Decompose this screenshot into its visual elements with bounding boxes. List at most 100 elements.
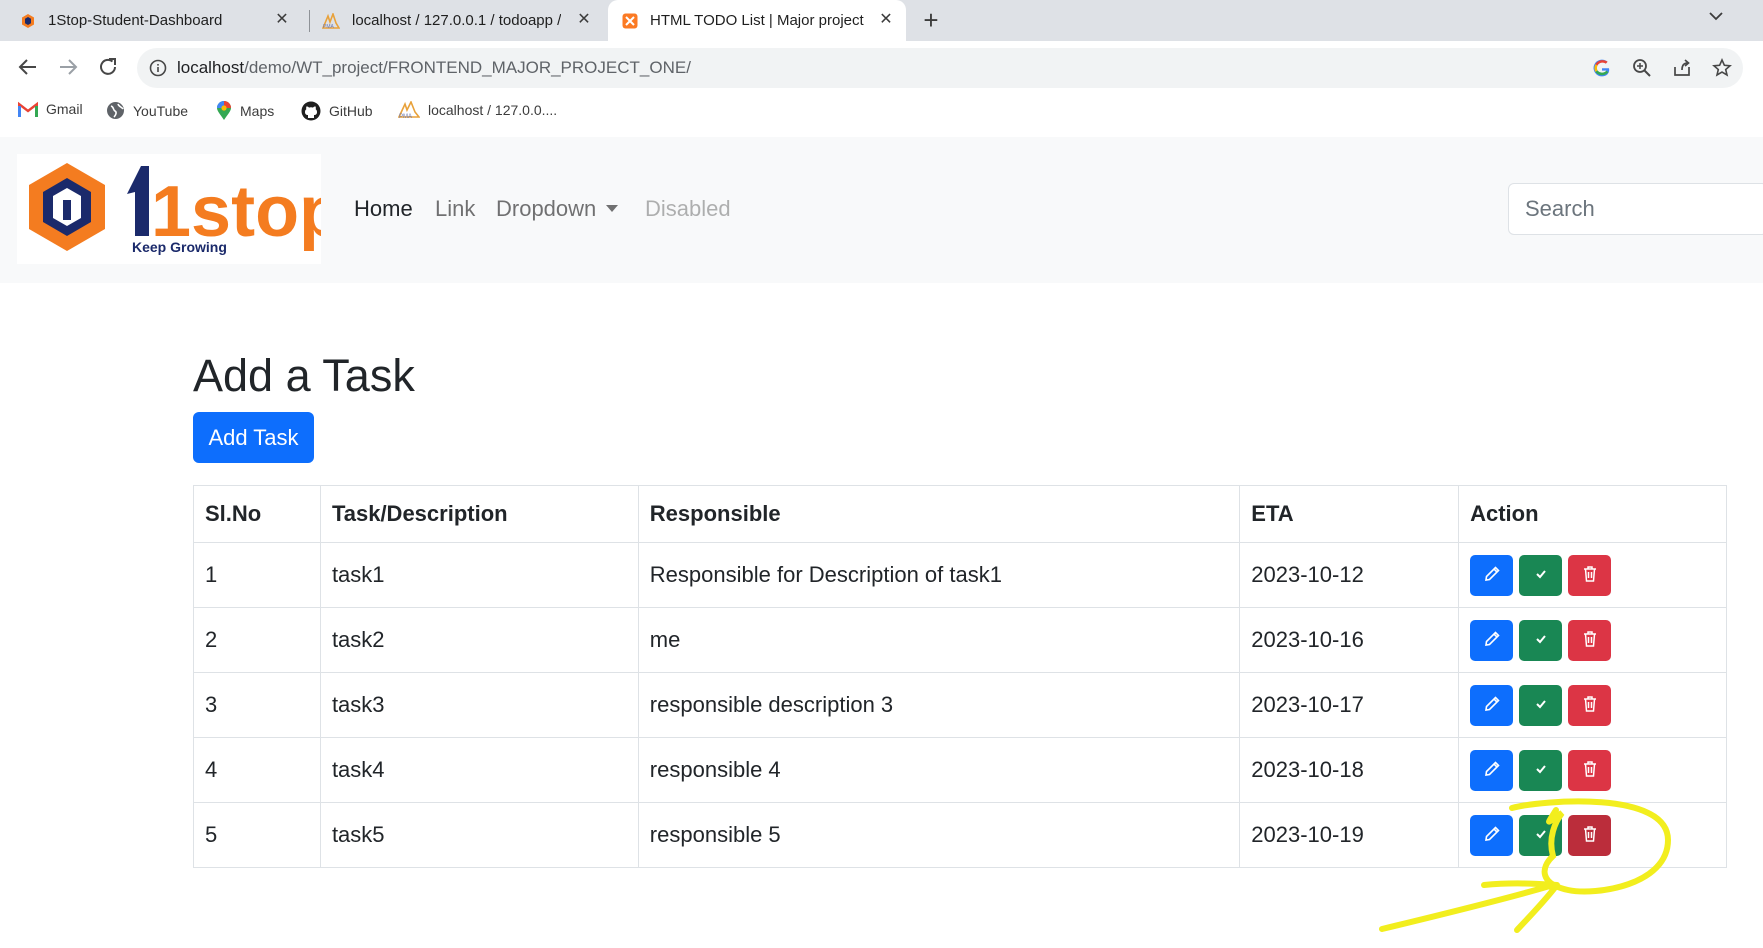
trash-icon: [1582, 760, 1598, 781]
gmail-icon: [18, 101, 38, 117]
cell-task: task1: [319, 542, 639, 608]
share-icon[interactable]: [1672, 58, 1692, 78]
tab-phpmyadmin[interactable]: PMA localhost / 127.0.0.1 / todoapp / ✕: [322, 0, 604, 41]
close-tab-icon[interactable]: ✕: [878, 12, 894, 28]
complete-button[interactable]: [1519, 814, 1563, 856]
url-path: /demo/WT_project/FRONTEND_MAJOR_PROJECT_…: [244, 58, 691, 77]
close-tab-icon[interactable]: ✕: [576, 12, 592, 28]
check-icon: [1534, 763, 1548, 778]
site-navbar: 1stop Keep Growing Home Link Dropdown Di…: [0, 137, 1763, 283]
table-row: 5 task5 responsible 5 2023-10-19: [193, 802, 1727, 868]
maps-pin-icon: [217, 101, 231, 120]
cell-actions: [1458, 607, 1727, 673]
site-info-icon[interactable]: [149, 59, 167, 77]
bookmark-label: Gmail: [46, 101, 83, 117]
tasks-table-body: 1 task1 Responsible for Description of tas…: [193, 542, 1727, 868]
nav-home-link[interactable]: Home: [354, 196, 413, 222]
complete-button[interactable]: [1519, 749, 1563, 791]
table-row: 4 task4 responsible 4 2023-10-18: [193, 737, 1727, 803]
bookmark-gmail[interactable]: Gmail: [18, 101, 83, 117]
brand-logo[interactable]: 1stop Keep Growing: [17, 154, 343, 264]
pencil-icon: [1483, 825, 1501, 846]
tab-title: 1Stop-Student-Dashboard: [48, 12, 223, 29]
bookmark-maps[interactable]: Maps: [216, 101, 274, 121]
table-row: 2 task2 me 2023-10-16: [193, 607, 1727, 673]
nav-link-link[interactable]: Link: [435, 196, 475, 222]
check-icon: [1534, 633, 1548, 648]
close-tab-icon[interactable]: ✕: [274, 12, 290, 28]
delete-button[interactable]: [1568, 684, 1612, 726]
trash-icon: [1582, 630, 1598, 651]
cell-responsible: responsible description 3: [637, 672, 1241, 738]
delete-button[interactable]: [1568, 749, 1612, 791]
complete-button[interactable]: [1519, 684, 1563, 726]
zoom-icon[interactable]: [1632, 58, 1652, 78]
header-responsible: Responsible: [637, 485, 1241, 543]
nav-dropdown-toggle[interactable]: Dropdown: [496, 196, 619, 222]
highlight-arrow: [1379, 880, 1560, 933]
tab-1stop-dashboard[interactable]: 1Stop-Student-Dashboard ✕: [20, 0, 302, 41]
nav-disabled-link: Disabled: [645, 196, 731, 221]
bookmark-youtube[interactable]: YouTube: [106, 101, 188, 120]
google-icon[interactable]: [1592, 58, 1612, 78]
chevron-down-icon[interactable]: [1708, 8, 1724, 26]
pencil-icon: [1483, 565, 1501, 586]
bookmark-star-icon[interactable]: [1712, 58, 1732, 78]
cell-responsible: responsible 4: [637, 737, 1241, 803]
cell-actions: [1458, 542, 1727, 608]
cell-slno: 4: [193, 737, 321, 803]
cell-actions: [1458, 737, 1727, 803]
complete-button[interactable]: [1519, 554, 1563, 596]
add-task-button[interactable]: Add Task: [193, 412, 314, 463]
new-tab-icon[interactable]: +: [918, 7, 944, 34]
logo-tagline: Keep Growing: [132, 239, 227, 255]
tab-title: localhost / 127.0.0.1 / todoapp /: [352, 12, 562, 29]
cell-actions: [1458, 802, 1727, 868]
trash-icon: [1582, 695, 1598, 716]
bookmark-label: YouTube: [133, 102, 189, 119]
trash-icon: [1582, 825, 1598, 846]
cell-eta: 2023-10-18: [1239, 737, 1460, 803]
pencil-icon: [1483, 695, 1501, 716]
cell-slno: 5: [193, 802, 321, 868]
bookmark-label: GitHub: [329, 103, 373, 119]
cell-responsible: Responsible for Description of task1: [637, 542, 1241, 608]
bookmark-phpmyadmin[interactable]: PMA localhost / 127.0.0....: [398, 101, 557, 119]
delete-button[interactable]: [1568, 619, 1612, 661]
edit-button[interactable]: [1470, 554, 1514, 596]
tasks-table: Sl.No Task/Description Responsible ETA A…: [193, 485, 1727, 868]
cell-task: task5: [319, 802, 639, 868]
bookmark-github[interactable]: GitHub: [301, 101, 373, 121]
edit-button[interactable]: [1470, 684, 1514, 726]
pencil-icon: [1483, 760, 1501, 781]
delete-button[interactable]: [1568, 814, 1612, 856]
delete-button[interactable]: [1568, 554, 1612, 596]
cell-task: task4: [319, 737, 639, 803]
url-text: localhost/demo/WT_project/FRONTEND_MAJOR…: [177, 58, 691, 78]
cell-eta: 2023-10-19: [1239, 802, 1460, 868]
edit-button[interactable]: [1470, 619, 1514, 661]
edit-button[interactable]: [1470, 749, 1514, 791]
header-action: Action: [1458, 485, 1727, 543]
address-bar[interactable]: localhost/demo/WT_project/FRONTEND_MAJOR…: [137, 48, 1743, 88]
cell-slno: 1: [193, 542, 321, 608]
complete-button[interactable]: [1519, 619, 1563, 661]
search-input[interactable]: Search: [1508, 183, 1763, 235]
header-task: Task/Description: [319, 485, 639, 543]
edit-button[interactable]: [1470, 814, 1514, 856]
xampp-favicon-icon: [622, 13, 638, 28]
pencil-icon: [1483, 630, 1501, 651]
phpmyadmin-favicon-icon: PMA: [322, 12, 340, 29]
tab-todo-list[interactable]: HTML TODO List | Major project ✕: [608, 0, 906, 41]
cell-eta: 2023-10-12: [1239, 542, 1460, 608]
nav-dropdown-label: Dropdown: [496, 196, 597, 221]
back-arrow-icon[interactable]: [14, 53, 42, 81]
trash-icon: [1582, 565, 1598, 586]
bookmark-label: localhost / 127.0.0....: [428, 102, 558, 118]
1stop-logo-icon: 1stop Keep Growing: [29, 163, 343, 255]
cell-responsible: responsible 5: [637, 802, 1241, 868]
reload-icon[interactable]: [94, 53, 122, 81]
1stop-favicon-icon: [22, 13, 34, 28]
header-eta: ETA: [1239, 485, 1460, 543]
forward-arrow-icon[interactable]: [54, 53, 82, 81]
